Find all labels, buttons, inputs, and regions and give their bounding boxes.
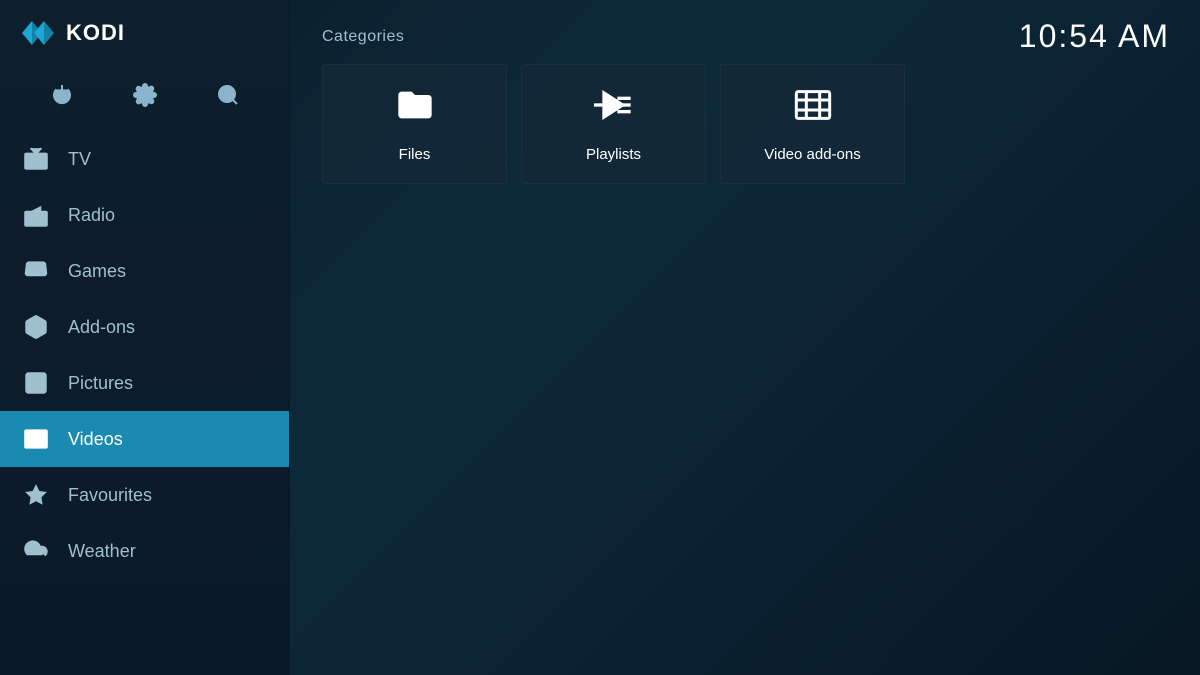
sidebar-item-games-label: Games [68, 261, 126, 282]
main-content: 10:54 AM Categories Files [290, 0, 1200, 675]
search-button[interactable] [208, 75, 248, 115]
playlists-label: Playlists [586, 146, 641, 163]
category-card-files[interactable]: Files [322, 64, 507, 184]
add-ons-icon [22, 313, 50, 341]
playlists-icon [594, 85, 634, 134]
sidebar: KODI [0, 0, 290, 675]
videos-icon [22, 425, 50, 453]
category-card-playlists[interactable]: Playlists [521, 64, 706, 184]
sidebar-item-add-ons-label: Add-ons [68, 317, 135, 338]
sidebar-item-favourites-label: Favourites [68, 485, 152, 506]
categories-grid: Files Playlists [322, 64, 1168, 184]
files-label: Files [399, 146, 431, 163]
sidebar-item-tv[interactable]: TV [0, 131, 289, 187]
sidebar-item-videos-label: Videos [68, 429, 123, 450]
radio-icon [22, 201, 50, 229]
sidebar-item-add-ons[interactable]: Add-ons [0, 299, 289, 355]
kodi-logo-icon [20, 15, 56, 51]
sidebar-item-pictures-label: Pictures [68, 373, 133, 394]
kodi-logo: KODI [20, 15, 125, 51]
clock: 10:54 AM [1019, 18, 1170, 55]
kodi-logo-text: KODI [66, 20, 125, 46]
files-icon [395, 85, 435, 134]
games-icon [22, 257, 50, 285]
video-add-ons-label: Video add-ons [764, 146, 860, 163]
sidebar-item-favourites[interactable]: Favourites [0, 467, 289, 523]
sidebar-item-pictures[interactable]: Pictures [0, 355, 289, 411]
sidebar-item-videos[interactable]: Videos [0, 411, 289, 467]
sidebar-nav: TV Radio [0, 131, 289, 675]
sidebar-item-weather-label: Weather [68, 541, 136, 562]
category-card-video-add-ons[interactable]: Video add-ons [720, 64, 905, 184]
settings-button[interactable] [125, 75, 165, 115]
sidebar-item-radio-label: Radio [68, 205, 115, 226]
search-icon [216, 83, 240, 107]
settings-icon [133, 83, 157, 107]
power-button[interactable] [42, 75, 82, 115]
sidebar-item-tv-label: TV [68, 149, 91, 170]
sidebar-item-games[interactable]: Games [0, 243, 289, 299]
weather-icon [22, 537, 50, 565]
tv-icon [22, 145, 50, 173]
video-add-ons-icon [793, 85, 833, 134]
sidebar-header: KODI [0, 0, 289, 65]
sidebar-item-weather[interactable]: Weather [0, 523, 289, 579]
favourites-icon [22, 481, 50, 509]
power-icon [50, 83, 74, 107]
sidebar-item-radio[interactable]: Radio [0, 187, 289, 243]
app-container: KODI [0, 0, 1200, 675]
pictures-icon [22, 369, 50, 397]
sidebar-actions [0, 65, 289, 131]
